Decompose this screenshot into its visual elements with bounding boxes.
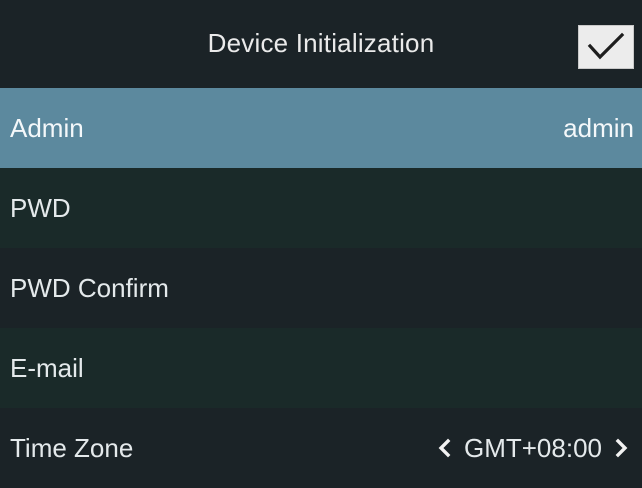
page-title: Device Initialization xyxy=(207,28,435,58)
header-bar: Device Initialization xyxy=(0,0,642,88)
email-row[interactable]: E-mail xyxy=(0,328,642,408)
check-icon xyxy=(587,32,625,60)
time-zone-value: GMT+08:00 xyxy=(463,432,602,463)
device-init-screen: Device Initialization Admin admin PWD PW… xyxy=(0,0,642,488)
pwd-label: PWD xyxy=(10,192,71,223)
email-label: E-mail xyxy=(10,352,84,383)
confirm-button[interactable] xyxy=(578,25,634,69)
time-zone-label: Time Zone xyxy=(10,432,134,463)
time-zone-row[interactable]: Time Zone GMT+08:00 xyxy=(0,408,642,488)
admin-label: Admin xyxy=(10,112,84,143)
admin-row[interactable]: Admin admin xyxy=(0,88,642,168)
pwd-confirm-row[interactable]: PWD Confirm xyxy=(0,248,642,328)
chevron-left-icon[interactable] xyxy=(434,433,454,463)
admin-value: admin xyxy=(563,112,634,143)
chevron-right-icon[interactable] xyxy=(612,433,632,463)
pwd-row[interactable]: PWD xyxy=(0,168,642,248)
time-zone-selector: GMT+08:00 xyxy=(434,433,642,464)
pwd-confirm-label: PWD Confirm xyxy=(10,272,169,303)
